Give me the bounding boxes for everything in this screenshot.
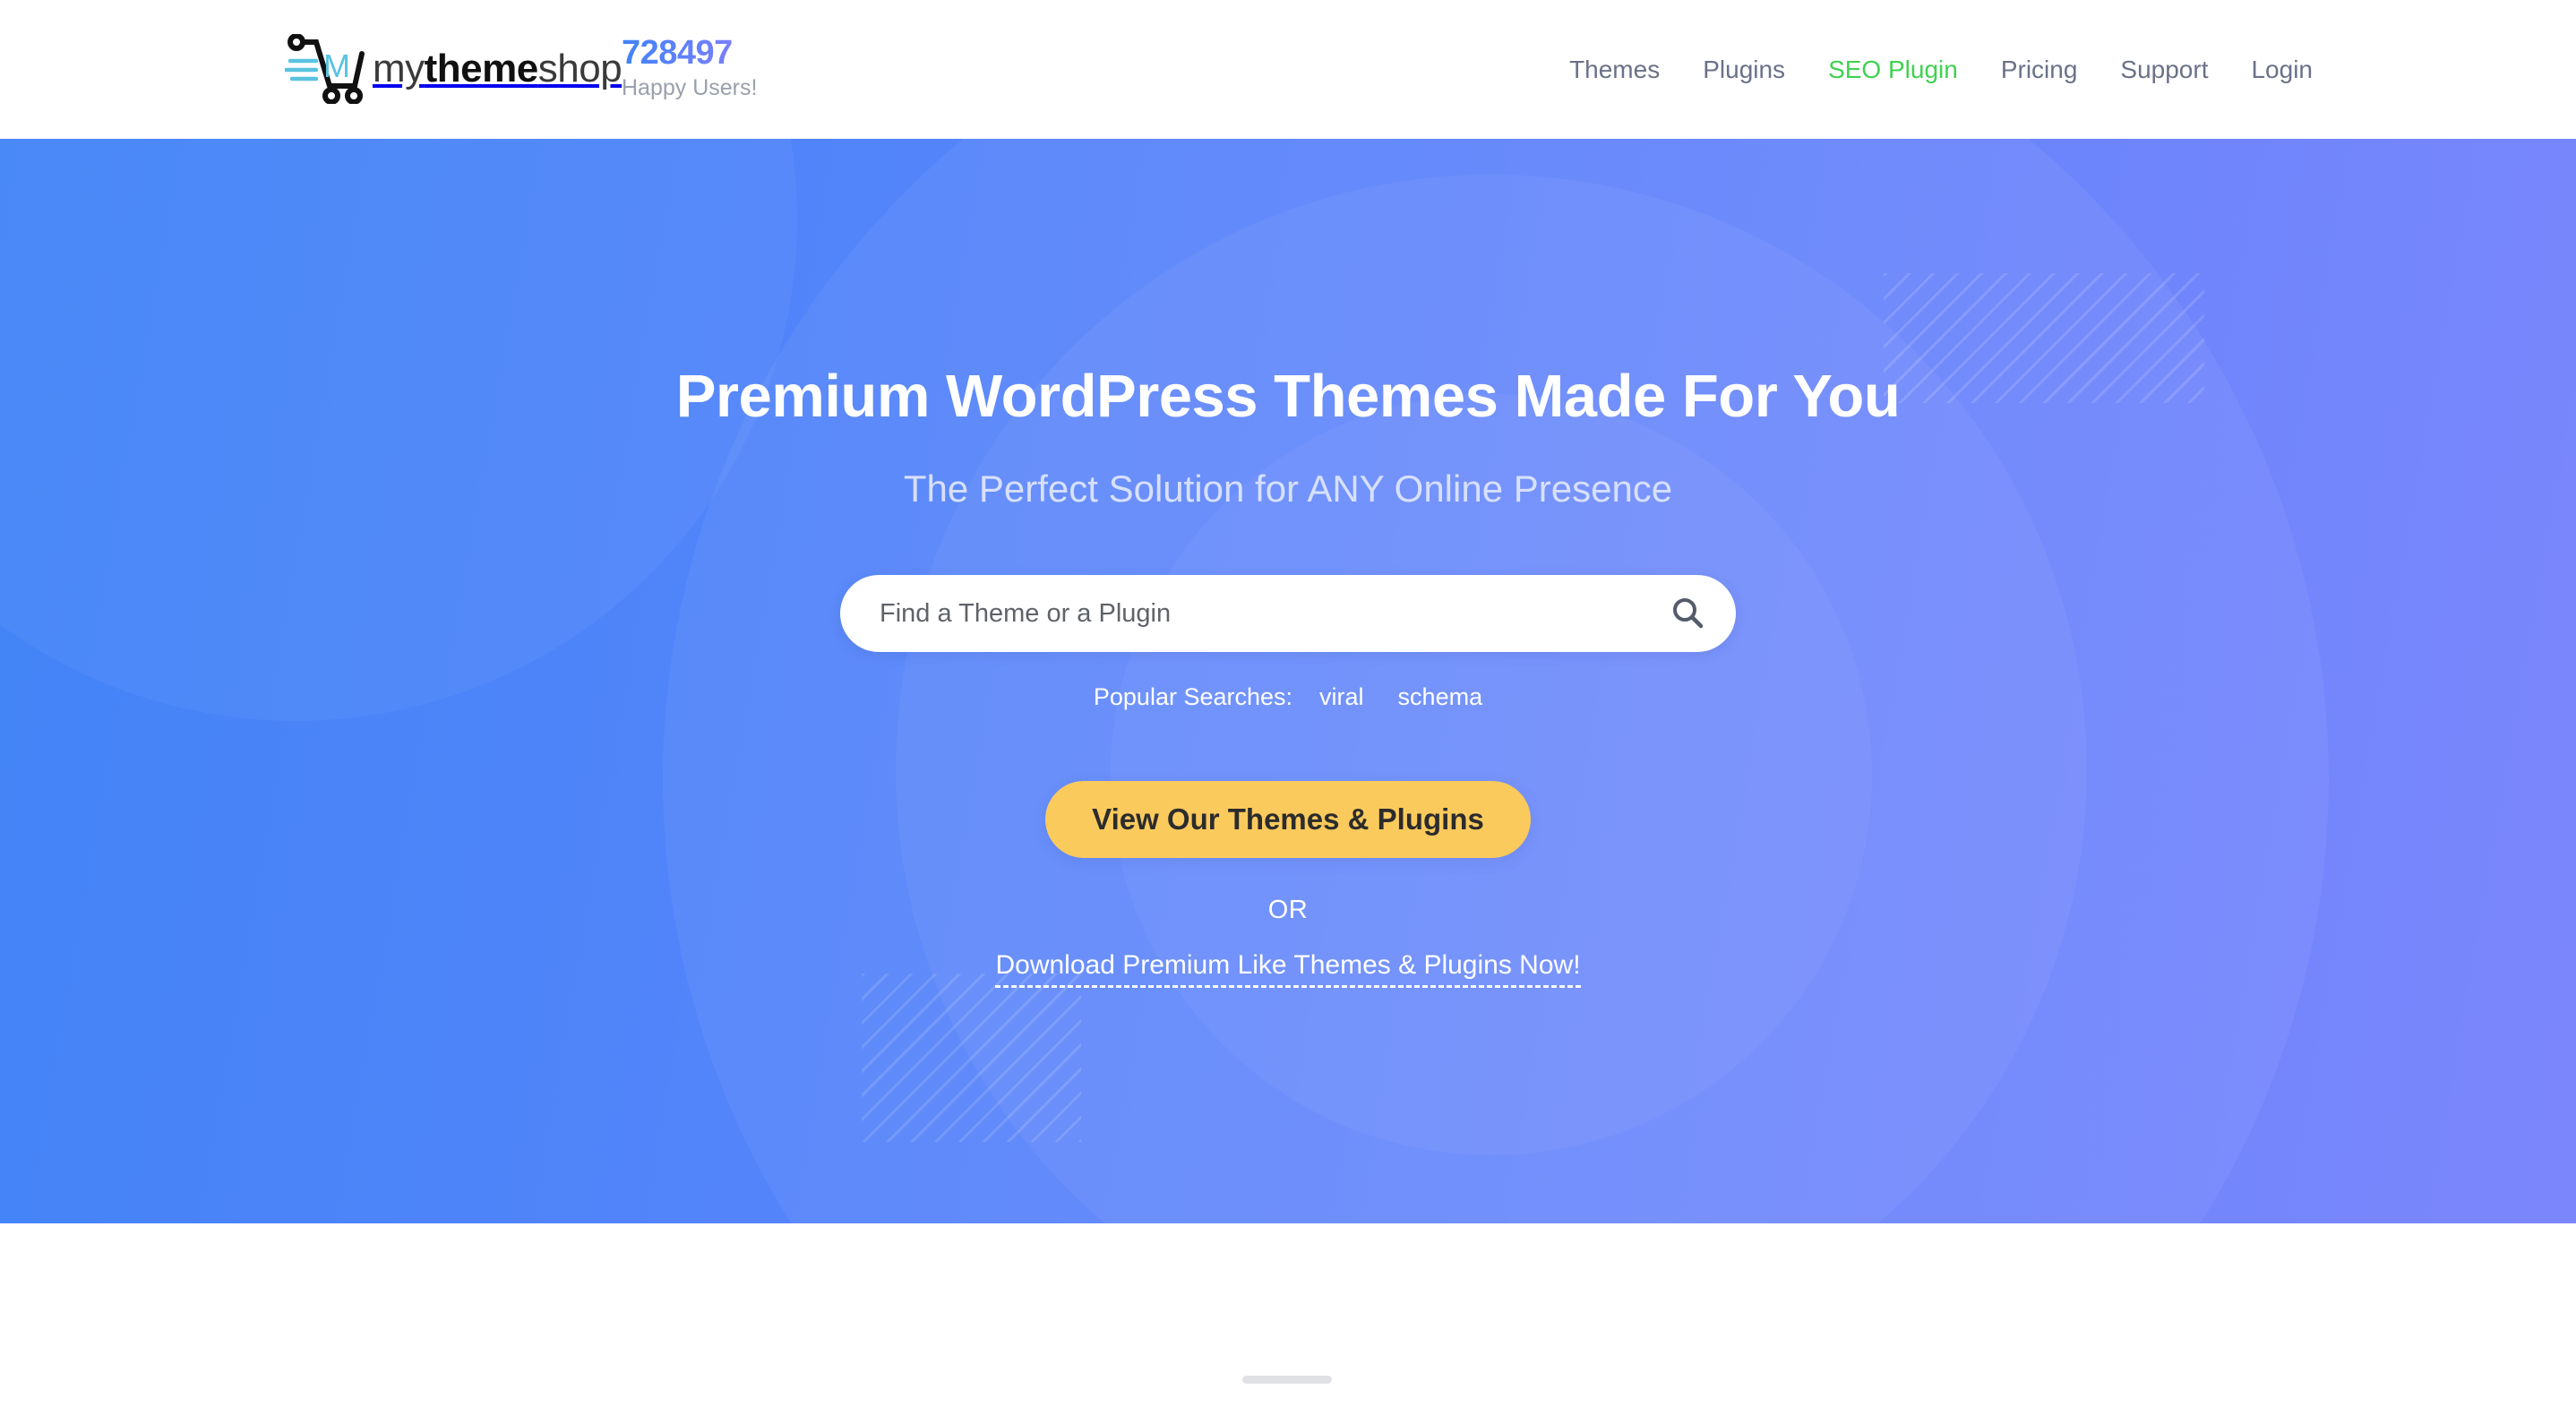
download-premium-link[interactable]: Download Premium Like Themes & Plugins N… — [995, 950, 1581, 989]
brand-logo-link[interactable]: M mythemeshop — [285, 34, 623, 104]
nav-item-plugins[interactable]: Plugins — [1681, 56, 1807, 84]
nav-item-themes[interactable]: Themes — [1548, 56, 1681, 84]
nav-item-pricing[interactable]: Pricing — [1979, 56, 2099, 84]
content-placeholder-bar — [1242, 1376, 1332, 1384]
happy-users-count: 728497 — [622, 34, 733, 72]
nav-item-support[interactable]: Support — [2099, 56, 2229, 84]
header-inner: M mythemeshop 728497 Happy Users! Themes… — [0, 0, 2576, 139]
nav-item-login[interactable]: Login — [2229, 56, 2334, 84]
popular-search-term-schema[interactable]: schema — [1398, 683, 1483, 711]
view-themes-plugins-button[interactable]: View Our Themes & Plugins — [1045, 781, 1531, 859]
wordmark-bold: theme — [424, 47, 539, 90]
hero-content: Premium WordPress Themes Made For You Th… — [0, 139, 2576, 1223]
popular-search-term-viral[interactable]: viral — [1319, 683, 1364, 711]
hero-headline: Premium WordPress Themes Made For You — [675, 363, 1901, 430]
page-root: M mythemeshop 728497 Happy Users! Themes… — [0, 0, 2576, 1424]
happy-users-block: 728497 Happy Users! — [622, 36, 757, 99]
shopping-cart-icon: M — [285, 34, 367, 104]
svg-text:M: M — [323, 47, 350, 84]
popular-searches-label: Popular Searches: — [1093, 683, 1293, 711]
below-fold-section — [0, 1223, 2576, 1424]
nav-item-seo-plugin[interactable]: SEO Plugin — [1807, 56, 1979, 84]
hero-section: Premium WordPress Themes Made For You Th… — [0, 139, 2576, 1223]
search-input[interactable] — [840, 575, 1736, 653]
main-navigation: Themes Plugins SEO Plugin Pricing Suppor… — [1548, 0, 2334, 139]
brand-wordmark: mythemeshop — [373, 47, 623, 90]
wordmark-prefix: my — [373, 47, 425, 90]
site-header: M mythemeshop 728497 Happy Users! Themes… — [0, 0, 2576, 139]
popular-searches-row: Popular Searches: viral schema — [1094, 683, 1482, 711]
happy-users-label: Happy Users! — [622, 75, 758, 100]
search-submit-button[interactable] — [1666, 592, 1709, 635]
wordmark-suffix: shop — [537, 47, 623, 90]
search-icon — [1670, 595, 1705, 633]
hero-subheadline: The Perfect Solution for ANY Online Pres… — [903, 468, 1673, 510]
or-divider-label: OR — [1267, 896, 1309, 925]
hero-search-wrapper — [840, 575, 1736, 653]
